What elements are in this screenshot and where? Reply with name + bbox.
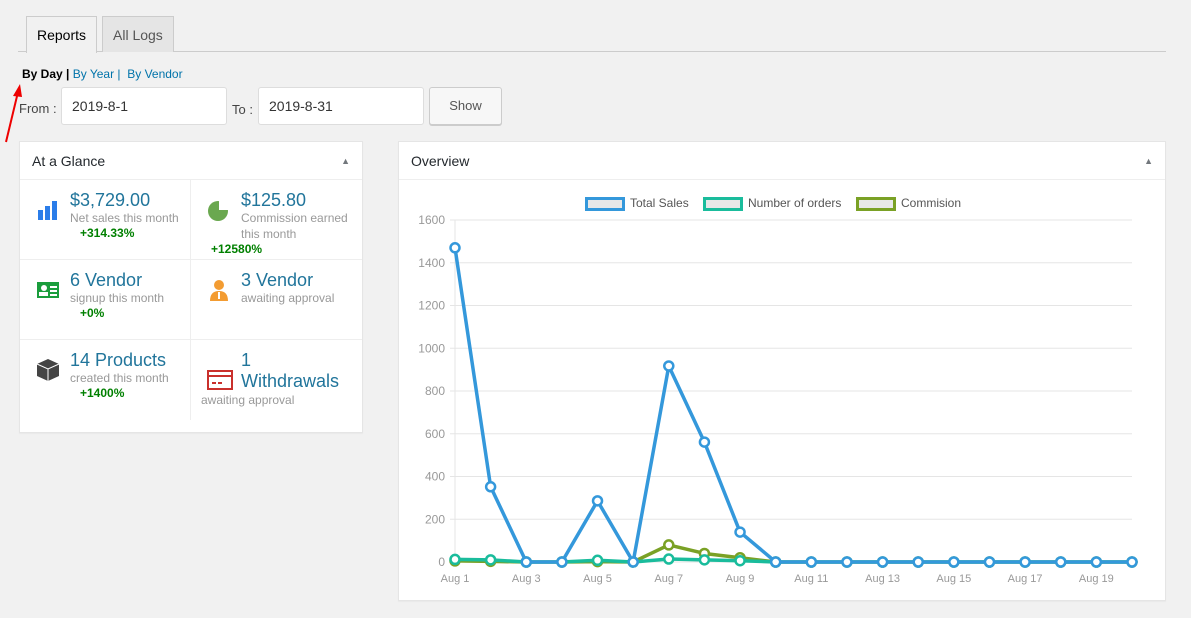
legend-item[interactable]: Number of orders (703, 196, 841, 211)
glance-item: 14 Products created this month +1400% (20, 340, 191, 420)
at-a-glance-panel: At a Glance ▲ $3,729.00 Net sales this mo… (19, 141, 363, 433)
glance-value: 6 Vendor (70, 270, 143, 290)
glance-item: 6 Vendor signup this month +0% (20, 260, 191, 340)
collapse-toggle-icon[interactable]: ▲ (1144, 142, 1153, 180)
glance-value: $3,729.00 (70, 190, 151, 210)
glance-desc: Net sales this month (70, 211, 179, 225)
from-label: From : (19, 101, 57, 116)
legend-swatch (856, 196, 896, 211)
by-day-current: By Day (22, 67, 63, 81)
glance-change: +1400% (80, 386, 125, 400)
glance-value: $125.80 (241, 190, 307, 210)
glance-item: $3,729.00 Net sales this month +314.33% (20, 180, 191, 260)
tab-bar: Reports All Logs (18, 16, 1166, 53)
glance-change: +12580% (211, 242, 263, 256)
by-vendor-link[interactable]: By Vendor (127, 67, 182, 81)
glance-change: +314.33% (80, 226, 135, 240)
tab-all-logs[interactable]: All Logs (102, 16, 174, 52)
collapse-toggle-icon[interactable]: ▲ (341, 142, 350, 180)
tab-reports[interactable]: Reports (26, 16, 98, 53)
glance-value: 3 Vendor (241, 270, 314, 290)
glance-item: 3 Vendor awaiting approval (191, 260, 362, 340)
glance-item: 1 Withdrawals awaiting approval (191, 340, 362, 420)
legend-swatch (585, 196, 625, 211)
glance-desc: Commission earned this month (241, 211, 348, 241)
period-nav: By Day | By Year | By Vendor (22, 67, 183, 81)
legend-label: Commision (901, 196, 962, 210)
show-button[interactable]: Show (429, 87, 502, 125)
bar-chart-icon (36, 198, 60, 222)
glance-item: $125.80 Commission earned this month +12… (191, 180, 362, 260)
legend-label: Number of orders (748, 196, 842, 210)
separator: | (66, 67, 70, 81)
legend-swatch (703, 196, 743, 211)
by-year-link[interactable]: By Year | (73, 67, 121, 81)
legend-item[interactable]: Commision (856, 196, 961, 211)
to-label: To : (232, 102, 253, 117)
id-card-icon (36, 278, 60, 302)
glance-desc: signup this month (70, 291, 165, 305)
credit-card-icon (207, 368, 233, 392)
glance-desc: created this month (70, 371, 169, 385)
glance-value: 14 Products (70, 350, 167, 370)
glance-value: 1 Withdrawals (241, 350, 340, 391)
panel-title: At a Glance (32, 153, 106, 169)
pie-chart-icon (207, 198, 231, 222)
user-icon (207, 278, 231, 302)
to-date-input[interactable]: 2019-8-31 (258, 87, 424, 125)
glance-change: +0% (80, 306, 105, 320)
box-icon (36, 358, 60, 382)
from-date-input[interactable]: 2019-8-1 (61, 87, 227, 125)
panel-title: Overview (411, 153, 470, 169)
legend-label: Total Sales (630, 196, 689, 210)
glance-desc: awaiting approval (241, 291, 335, 305)
glance-desc: awaiting approval (201, 393, 295, 407)
legend-item[interactable]: Total Sales (585, 196, 689, 211)
